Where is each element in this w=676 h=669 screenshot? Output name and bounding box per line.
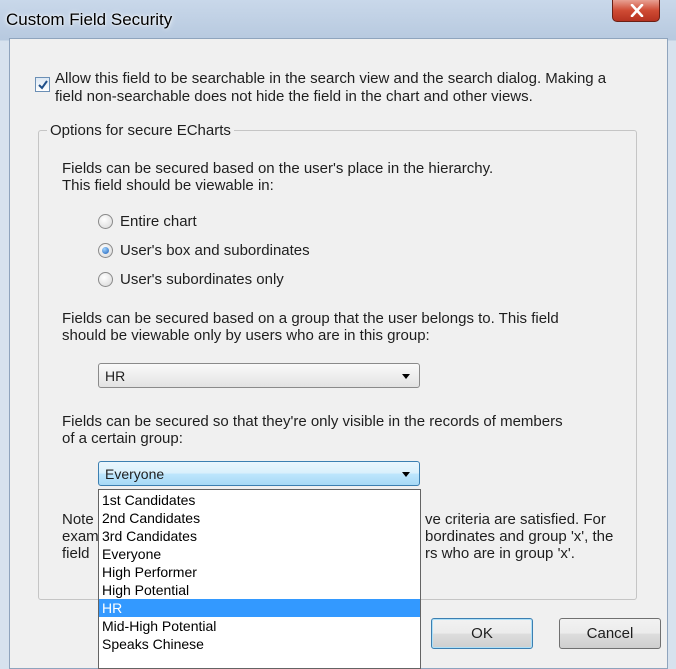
searchable-label-line1: Allow this field to be searchable in the… bbox=[55, 70, 607, 87]
dropdown-option[interactable]: Mid-High Potential bbox=[99, 617, 420, 635]
note-text-left1: Note bbox=[62, 511, 94, 528]
note-text-right2: bordinates and group 'x', the bbox=[425, 528, 614, 545]
radio-label-entire-chart: Entire chart bbox=[120, 213, 197, 230]
members-text-line2: of a certain group: bbox=[62, 430, 183, 447]
members-select[interactable]: Everyone bbox=[98, 461, 420, 486]
chevron-down-icon bbox=[402, 374, 410, 379]
hierarchy-text-line2: This field should be viewable in: bbox=[62, 177, 274, 194]
members-select-value: Everyone bbox=[105, 466, 165, 482]
searchable-label-line2: field non-searchable does not hide the f… bbox=[55, 88, 533, 105]
chevron-down-icon bbox=[402, 472, 410, 477]
dropdown-option[interactable]: High Potential bbox=[99, 581, 420, 599]
close-icon bbox=[630, 4, 644, 17]
members-text-line1: Fields can be secured so that they're on… bbox=[62, 413, 563, 430]
radio-entire-chart[interactable] bbox=[98, 214, 113, 229]
group-text-line2: should be viewable only by users who are… bbox=[62, 327, 430, 344]
dropdown-option[interactable]: Everyone bbox=[99, 545, 420, 563]
group-text-line1: Fields can be secured based on a group t… bbox=[62, 310, 559, 327]
dropdown-option-highlighted[interactable]: HR bbox=[99, 599, 420, 617]
check-icon bbox=[38, 80, 48, 90]
dialog-title: Custom Field Security bbox=[6, 10, 173, 29]
dialog-window: Custom Field Security Allow this field t… bbox=[0, 0, 676, 669]
members-dropdown-list: 1st Candidates 2nd Candidates 3rd Candid… bbox=[98, 489, 421, 669]
radio-label-subordinates-only: User's subordinates only bbox=[120, 271, 284, 288]
dropdown-option[interactable]: Speaks Chinese bbox=[99, 635, 420, 653]
searchable-checkbox[interactable] bbox=[35, 77, 50, 92]
group-select-value: HR bbox=[105, 368, 126, 384]
dropdown-option[interactable]: High Performer bbox=[99, 563, 420, 581]
radio-users-box[interactable] bbox=[98, 243, 113, 258]
ok-button[interactable]: OK bbox=[431, 618, 533, 649]
title-bar[interactable]: Custom Field Security bbox=[0, 0, 676, 38]
note-text-right3: rs who are in group 'x'. bbox=[425, 545, 575, 562]
dropdown-option[interactable]: 2nd Candidates bbox=[99, 509, 420, 527]
close-button[interactable] bbox=[612, 0, 660, 22]
dropdown-option[interactable]: 1st Candidates bbox=[99, 491, 420, 509]
note-text-left3: field bbox=[62, 545, 90, 562]
group-select[interactable]: HR bbox=[98, 363, 420, 388]
note-text-left2: exam bbox=[62, 528, 99, 545]
cancel-button[interactable]: Cancel bbox=[559, 618, 661, 649]
radio-label-users-box: User's box and subordinates bbox=[120, 242, 310, 259]
radio-selected-dot bbox=[102, 247, 109, 254]
hierarchy-text-line1: Fields can be secured based on the user'… bbox=[62, 160, 494, 177]
note-text-right1: ve criteria are satisfied. For bbox=[425, 511, 606, 528]
radio-subordinates-only[interactable] bbox=[98, 272, 113, 287]
secure-options-legend: Options for secure ECharts bbox=[47, 122, 234, 139]
dropdown-option[interactable]: 3rd Candidates bbox=[99, 527, 420, 545]
